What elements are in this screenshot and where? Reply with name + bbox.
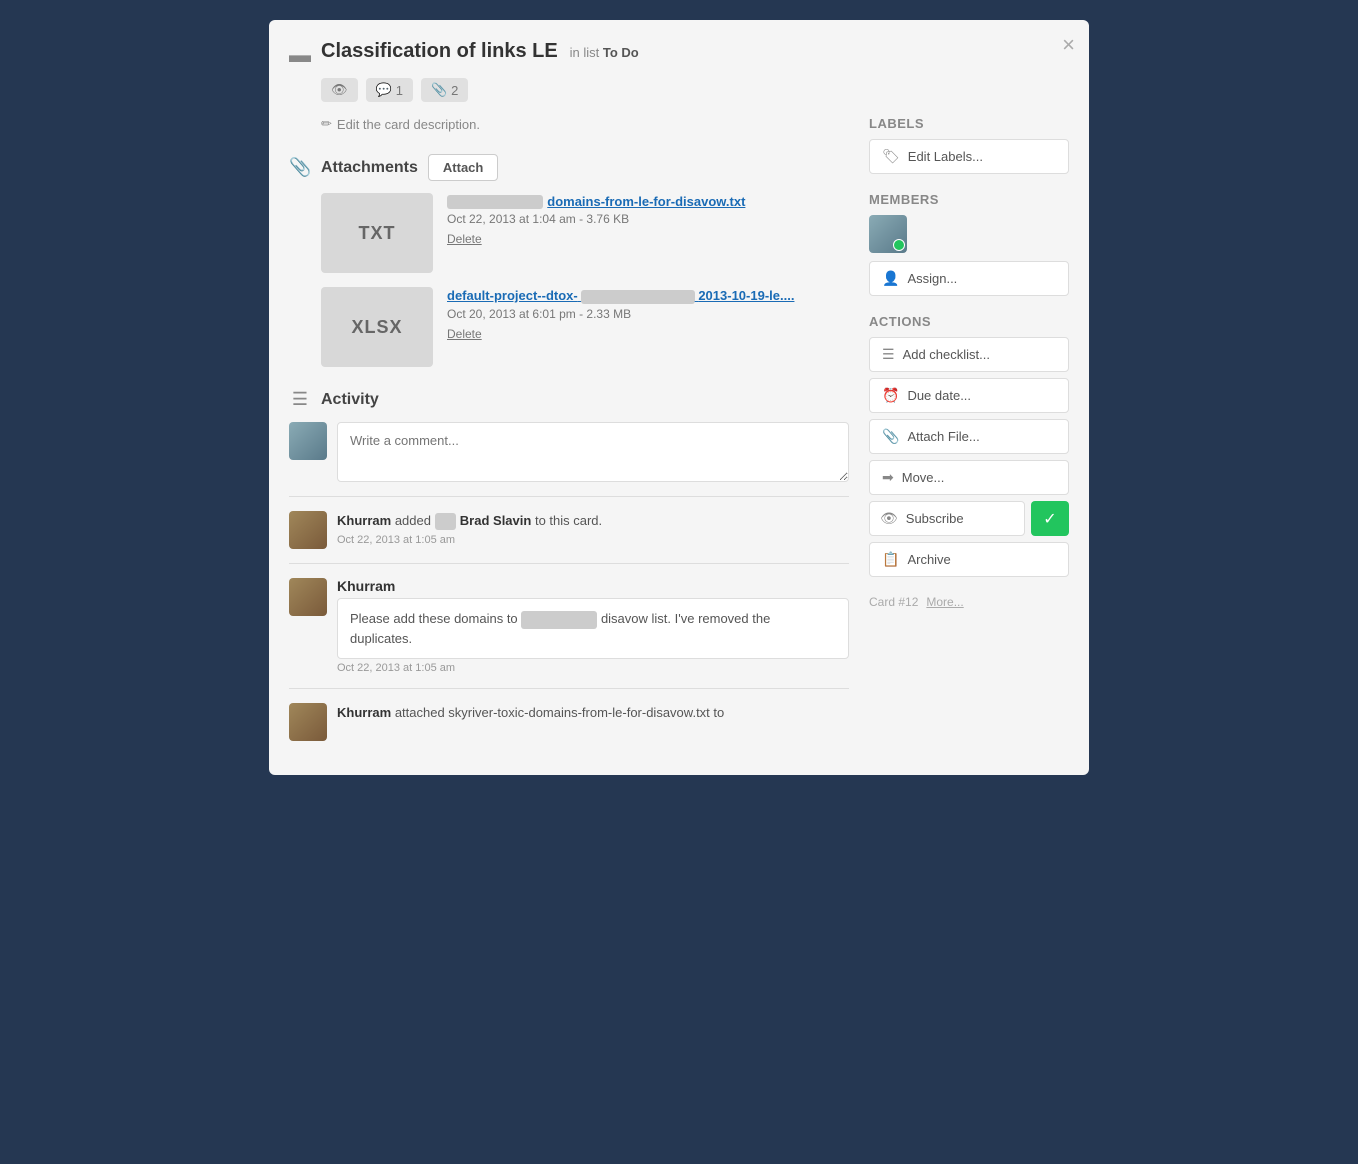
attachment-info: default-project--dtox- ████████ ████ 201… bbox=[447, 287, 849, 367]
archive-icon: 📋 bbox=[882, 551, 899, 568]
comments-badge[interactable]: 💬 1 bbox=[366, 78, 413, 102]
avatar-image bbox=[289, 422, 327, 460]
activity-content: Khurram added ██ Brad Slavin to this car… bbox=[337, 511, 602, 549]
activity-entry-comment: Khurram Please add these domains to ████… bbox=[289, 578, 849, 674]
watch-badge[interactable]: 👁 bbox=[321, 78, 358, 102]
move-button[interactable]: ➡ Move... bbox=[869, 460, 1069, 495]
subscribe-icon: 👁 bbox=[880, 510, 898, 527]
attach-icon: 📎 bbox=[882, 428, 899, 445]
user-avatar-khurram bbox=[289, 511, 327, 549]
eye-icon: 👁 bbox=[331, 82, 348, 98]
assign-button[interactable]: 👤 Assign... bbox=[869, 261, 1069, 296]
attachment-delete-button-2[interactable]: Delete bbox=[447, 327, 482, 341]
pencil-icon: ✏ bbox=[321, 116, 332, 132]
activity-section: ☰ Activity bbox=[289, 389, 849, 741]
card-modal: ▬ Classification of links LE in list To … bbox=[269, 20, 1089, 775]
attachments-header: 📎 Attachments Attach bbox=[289, 154, 849, 181]
attachment-info: ██████ ████ domains-from-le-for-disavow.… bbox=[447, 193, 849, 273]
comment-content: Khurram Please add these domains to ████… bbox=[337, 578, 849, 674]
card-list-context: in list To Do bbox=[570, 45, 639, 60]
modal-title-block: Classification of links LE in list To Do bbox=[321, 40, 1039, 63]
attachment-delete-button[interactable]: Delete bbox=[447, 232, 482, 246]
activity-title: Activity bbox=[321, 391, 379, 409]
comment-timestamp: Oct 22, 2013 at 1:05 am bbox=[337, 662, 849, 674]
subscribe-row: 👁 Subscribe ✓ bbox=[869, 501, 1069, 536]
subscribe-button[interactable]: 👁 Subscribe bbox=[869, 501, 1025, 536]
attach-file-button[interactable]: 📎 Attach File... bbox=[869, 419, 1069, 454]
arrow-icon: ➡ bbox=[882, 469, 894, 486]
card-icon: ▬ bbox=[289, 42, 311, 68]
divider bbox=[289, 496, 849, 497]
attachment-link[interactable]: default-project--dtox- ████████ ████ 201… bbox=[447, 288, 794, 303]
description-area: ✏ Edit the card description. bbox=[321, 116, 849, 132]
card-footer: Card #12 More... bbox=[869, 595, 1069, 609]
current-user-avatar bbox=[289, 422, 327, 460]
comment-input[interactable] bbox=[337, 422, 849, 482]
body-layout: ✏ Edit the card description. 📎 Attachmen… bbox=[289, 116, 1069, 755]
member-avatar bbox=[869, 215, 907, 253]
attachment-name-row: ██████ ████ domains-from-le-for-disavow.… bbox=[447, 193, 849, 209]
activity-timestamp: Oct 22, 2013 at 1:05 am bbox=[337, 534, 602, 546]
members-section-title: Members bbox=[869, 192, 1069, 207]
card-title: Classification of links LE bbox=[321, 40, 558, 62]
attach-button[interactable]: Attach bbox=[428, 154, 498, 181]
user-avatar-khurram-2 bbox=[289, 578, 327, 616]
label-icon: 🏷 bbox=[882, 148, 900, 165]
more-link[interactable]: More... bbox=[926, 595, 963, 609]
divider bbox=[289, 688, 849, 689]
attachments-title: Attachments bbox=[321, 159, 418, 177]
divider bbox=[289, 563, 849, 564]
attachment-thumb-txt: TXT bbox=[321, 193, 433, 273]
attachments-section: 📎 Attachments Attach TXT ██████ ████ bbox=[289, 154, 849, 367]
labels-section: Labels 🏷 Edit Labels... bbox=[869, 116, 1069, 174]
meta-badges-row: 👁 💬 1 📎 2 bbox=[321, 78, 1069, 102]
comment-icon: 💬 bbox=[376, 82, 392, 98]
archive-button[interactable]: 📋 Archive bbox=[869, 542, 1069, 577]
attachment-link[interactable]: domains-from-le-for-disavow.txt bbox=[547, 194, 745, 209]
subscribe-check-button[interactable]: ✓ bbox=[1031, 501, 1069, 536]
person-icon: 👤 bbox=[882, 270, 899, 287]
main-column: ✏ Edit the card description. 📎 Attachmen… bbox=[289, 116, 849, 755]
edit-labels-button[interactable]: 🏷 Edit Labels... bbox=[869, 139, 1069, 174]
activity-content-3: Khurram attached skyriver-toxic-domains-… bbox=[337, 703, 724, 741]
attachments-icon: 📎 bbox=[289, 157, 311, 178]
user-avatar-khurram-3 bbox=[289, 703, 327, 741]
attachment-item: XLSX default-project--dtox- ████████ ███… bbox=[321, 287, 849, 367]
attachment-meta: Oct 20, 2013 at 6:01 pm - 2.33 MB bbox=[447, 307, 849, 321]
activity-entry-3: Khurram attached skyriver-toxic-domains-… bbox=[289, 703, 849, 741]
due-date-button[interactable]: ⏰ Due date... bbox=[869, 378, 1069, 413]
comment-author: Khurram bbox=[337, 578, 849, 594]
comment-input-row bbox=[289, 422, 849, 482]
comment-bubble: Please add these domains to ████████ dis… bbox=[337, 598, 849, 659]
sidebar-column: Labels 🏷 Edit Labels... Members 👤 Assign… bbox=[869, 116, 1069, 755]
close-button[interactable]: × bbox=[1062, 34, 1075, 56]
check-icon: ✓ bbox=[1043, 509, 1056, 529]
attachment-meta: Oct 22, 2013 at 1:04 am - 3.76 KB bbox=[447, 212, 849, 226]
attachment-thumb-xlsx: XLSX bbox=[321, 287, 433, 367]
paperclip-icon: 📎 bbox=[431, 82, 447, 98]
attachment-item: TXT ██████ ████ domains-from-le-for-disa… bbox=[321, 193, 849, 273]
actions-section: Actions ☰ Add checklist... ⏰ Due date...… bbox=[869, 314, 1069, 577]
activity-icon: ☰ bbox=[289, 389, 311, 410]
clock-icon: ⏰ bbox=[882, 387, 899, 404]
activity-text: Khurram added ██ Brad Slavin to this car… bbox=[337, 511, 602, 531]
add-checklist-button[interactable]: ☰ Add checklist... bbox=[869, 337, 1069, 372]
checklist-icon: ☰ bbox=[882, 346, 895, 363]
attachments-badge[interactable]: 📎 2 bbox=[421, 78, 468, 102]
activity-text-3: Khurram attached skyriver-toxic-domains-… bbox=[337, 703, 724, 723]
labels-section-title: Labels bbox=[869, 116, 1069, 131]
actions-section-title: Actions bbox=[869, 314, 1069, 329]
modal-overlay: ▬ Classification of links LE in list To … bbox=[0, 0, 1358, 1164]
activity-header: ☰ Activity bbox=[289, 389, 849, 410]
activity-entry: Khurram added ██ Brad Slavin to this car… bbox=[289, 511, 849, 549]
card-number: Card #12 bbox=[869, 595, 918, 609]
edit-description-link[interactable]: ✏ Edit the card description. bbox=[321, 116, 849, 132]
members-section: Members 👤 Assign... bbox=[869, 192, 1069, 296]
modal-header: ▬ Classification of links LE in list To … bbox=[289, 40, 1069, 68]
